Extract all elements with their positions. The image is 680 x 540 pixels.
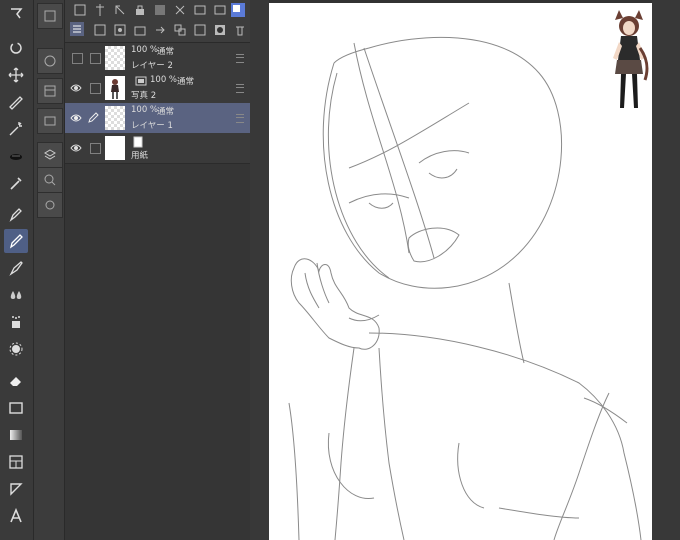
clip-icon[interactable]: [173, 3, 187, 17]
layer-thumbnail: [105, 76, 125, 100]
pencil-icon[interactable]: [4, 229, 28, 253]
reference-icon[interactable]: [93, 3, 107, 17]
tool-bar: [0, 0, 34, 540]
mask-enable-icon[interactable]: [193, 3, 207, 17]
layer-thumbnail: [105, 46, 125, 70]
photo-layer-icon: [135, 76, 147, 86]
layer-icon-row-2: [65, 21, 250, 41]
layer-color-icon[interactable]: [231, 3, 245, 17]
layer-opacity: 100 %: [131, 105, 159, 115]
layer-row[interactable]: 100 % 通常 レイヤー 2: [65, 43, 250, 74]
lock-icon[interactable]: [133, 3, 147, 17]
navigator-icon[interactable]: [37, 48, 63, 74]
new-raster-layer-icon[interactable]: [93, 23, 107, 37]
wand-icon[interactable]: [4, 117, 28, 141]
brush-icon[interactable]: [4, 256, 28, 280]
pencil-edit-icon[interactable]: [87, 111, 99, 123]
mask-icon[interactable]: [193, 23, 207, 37]
palette-color-icon[interactable]: [73, 3, 87, 17]
decoration-icon[interactable]: [4, 337, 28, 361]
layer-name: レイヤー 2: [131, 61, 173, 71]
eye-icon[interactable]: [70, 112, 82, 124]
autoselect-icon[interactable]: [4, 90, 28, 114]
lasso-icon[interactable]: [4, 2, 28, 26]
draft-icon[interactable]: [113, 3, 127, 17]
canvas[interactable]: [269, 3, 652, 540]
search-layer-icon[interactable]: [37, 167, 63, 193]
delete-icon[interactable]: [233, 23, 247, 37]
rotate-icon[interactable]: [4, 36, 28, 60]
animation-icon[interactable]: [37, 192, 63, 218]
blend-icon[interactable]: [4, 283, 28, 307]
panel-gap: [250, 0, 269, 540]
airbrush-icon[interactable]: [4, 310, 28, 334]
layer-name: レイヤー 1: [131, 121, 173, 131]
mask-apply-icon[interactable]: [213, 23, 227, 37]
pen-icon[interactable]: [4, 202, 28, 226]
panel-icon[interactable]: [37, 3, 63, 29]
edit-checkbox[interactable]: [90, 143, 101, 154]
layer-blend: 通常: [157, 107, 175, 117]
layer-panel-mode-icon[interactable]: [69, 21, 85, 37]
layer-menu-icon[interactable]: [236, 84, 244, 93]
character-reference-image: [613, 10, 649, 108]
picker-icon[interactable]: [4, 171, 28, 195]
property-icon[interactable]: [37, 78, 63, 104]
new-vector-layer-icon[interactable]: [113, 23, 127, 37]
layer-blend: 通常: [157, 47, 175, 57]
layer-menu-icon[interactable]: [236, 54, 244, 63]
layer-blend: 通常: [177, 77, 195, 87]
text-icon[interactable]: [4, 504, 28, 528]
paper-layer-icon: [133, 136, 143, 148]
layer-row-selected[interactable]: 100 % 通常 レイヤー 1: [65, 103, 250, 134]
eyedropper-icon[interactable]: [4, 144, 28, 168]
visibility-checkbox[interactable]: [72, 53, 83, 64]
ruler-icon[interactable]: [4, 477, 28, 501]
layer-thumbnail: [105, 106, 125, 130]
layer-icon-row-1: [65, 1, 250, 21]
transfer-icon[interactable]: [153, 23, 167, 37]
layer-thumbnail: [105, 136, 125, 160]
gradient-icon[interactable]: [4, 423, 28, 447]
layer-toolbar: [65, 0, 250, 43]
new-folder-icon[interactable]: [133, 23, 147, 37]
layer-name: 写真 2: [131, 91, 157, 101]
layer-opacity: 100 %: [131, 45, 159, 55]
fill-rect-icon[interactable]: [4, 396, 28, 420]
layers-icon[interactable]: [37, 142, 63, 168]
eye-icon[interactable]: [70, 82, 82, 94]
lock-alpha-icon[interactable]: [153, 3, 167, 17]
sketch-drawing: [288, 36, 642, 540]
layer-row[interactable]: 100 % 通常 写真 2: [65, 73, 250, 104]
merge-icon[interactable]: [173, 23, 187, 37]
layer-panel: 100 % 通常 レイヤー 2 100 % 通常 写真 2 100 % 通常 レ…: [65, 0, 250, 540]
workspace-background: [652, 0, 680, 540]
preview-icon[interactable]: [37, 108, 63, 134]
frame-icon[interactable]: [4, 450, 28, 474]
layer-menu-icon[interactable]: [236, 114, 244, 123]
eraser-icon[interactable]: [4, 368, 28, 392]
layer-opacity: 100 %: [150, 75, 178, 85]
move-icon[interactable]: [4, 63, 28, 87]
layer-palette-side: [34, 0, 65, 540]
ruler-show-icon[interactable]: [213, 3, 227, 17]
layer-row[interactable]: 用紙: [65, 133, 250, 164]
layer-name: 用紙: [131, 151, 149, 161]
edit-checkbox[interactable]: [90, 83, 101, 94]
eye-icon[interactable]: [70, 142, 82, 154]
edit-checkbox[interactable]: [90, 53, 101, 64]
